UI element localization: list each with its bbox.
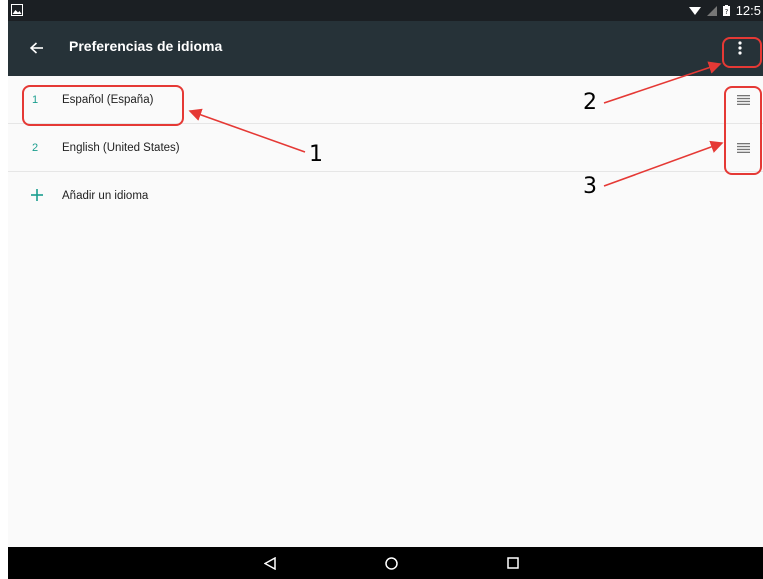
svg-text:?: ? bbox=[724, 8, 728, 16]
screenshot-page: ? 12:5 Preferencias de idioma 1 Español … bbox=[0, 0, 763, 579]
overflow-menu-icon[interactable] bbox=[724, 32, 756, 64]
language-label: English (United States) bbox=[62, 142, 180, 154]
drag-handle-icon[interactable] bbox=[734, 90, 752, 110]
wifi-icon bbox=[688, 6, 701, 16]
drag-handle-icon[interactable] bbox=[734, 138, 752, 158]
image-icon bbox=[11, 3, 26, 17]
app-bar: Preferencias de idioma bbox=[8, 21, 763, 76]
battery-icon: ? bbox=[722, 5, 730, 16]
annotation-marker-2: 2 bbox=[583, 90, 597, 115]
language-list: 1 Español (España) 2 English (United Sta… bbox=[8, 76, 763, 220]
no-signal-icon bbox=[706, 5, 717, 16]
annotation-marker-3: 3 bbox=[583, 174, 597, 199]
navigation-bar bbox=[8, 547, 763, 579]
language-item-es[interactable]: 1 Español (España) bbox=[8, 76, 763, 124]
recents-square-icon[interactable] bbox=[503, 553, 523, 573]
home-circle-icon[interactable] bbox=[381, 553, 401, 573]
back-arrow-icon[interactable] bbox=[22, 33, 52, 63]
add-language-label: Añadir un idioma bbox=[62, 190, 149, 202]
annotation-marker-1: 1 bbox=[309, 142, 323, 167]
status-bar: ? 12:5 bbox=[8, 0, 763, 21]
add-language-item[interactable]: Añadir un idioma bbox=[8, 172, 763, 220]
status-time: 12:5 bbox=[735, 3, 761, 18]
language-index: 2 bbox=[32, 142, 39, 154]
language-label: Español (España) bbox=[62, 94, 154, 106]
language-index: 1 bbox=[32, 94, 39, 106]
back-triangle-icon[interactable] bbox=[260, 553, 280, 573]
page-title: Preferencias de idioma bbox=[69, 38, 223, 54]
status-icons: ? 12:5 bbox=[688, 0, 763, 21]
language-item-en[interactable]: 2 English (United States) bbox=[8, 124, 763, 172]
plus-icon bbox=[26, 184, 48, 206]
android-screen: ? 12:5 Preferencias de idioma 1 Español … bbox=[8, 0, 763, 579]
